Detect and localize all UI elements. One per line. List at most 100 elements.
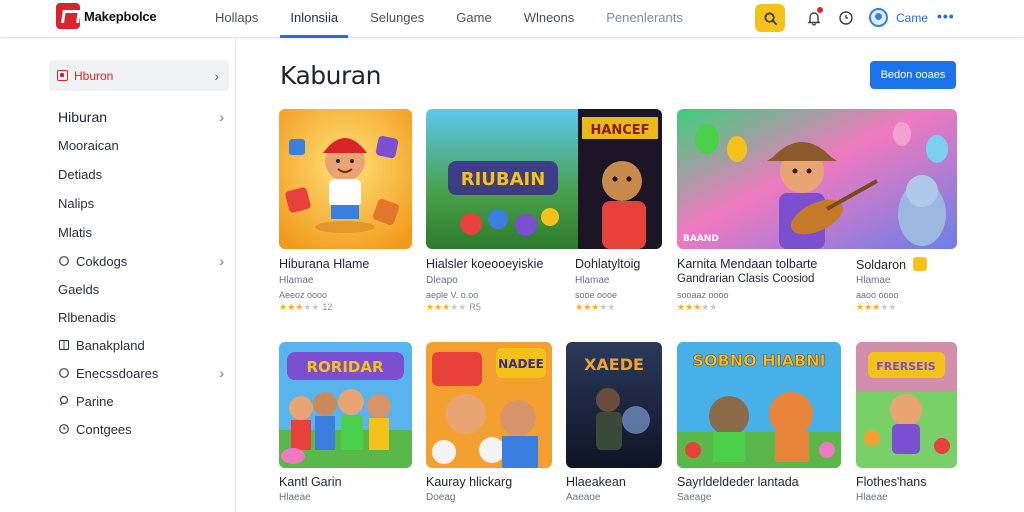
star-rating: ★★★★★ (677, 302, 717, 313)
chevron-right-icon: › (219, 365, 224, 381)
thumbnail-text: RORIDAR (306, 358, 383, 376)
card-meta: aaoo oooo (856, 290, 899, 300)
sidebar-item-label: Mlatis (58, 224, 92, 240)
nav-tab-3[interactable]: Selunges (360, 0, 434, 38)
game-card[interactable]: RORIDAR Kantl Garin Hlaeae (279, 342, 412, 512)
chevron-right-icon: › (219, 109, 224, 125)
help-button[interactable] (836, 8, 856, 28)
search-icon (764, 12, 777, 25)
game-card[interactable]: FRERSEIS Flothes'hans Hlaeae (856, 342, 957, 512)
top-nav: Hollaps Inlonsiia Selunges Game Wlneons … (205, 0, 705, 38)
card-title[interactable]: Dohlatyltoig (575, 257, 640, 271)
card-title[interactable]: Kantl Garin (279, 475, 342, 489)
chevron-right-icon: › (219, 253, 224, 269)
sidebar-item-9[interactable]: Banakpland (58, 334, 228, 356)
sidebar-item-11[interactable]: Parine (58, 390, 228, 412)
sidebar-item-8[interactable]: Rlbenadis (58, 306, 228, 328)
sidebar-item-4[interactable]: Nalips (58, 192, 228, 214)
star-icon: ★★★ (856, 302, 881, 312)
clock-icon (839, 11, 853, 25)
notification-dot (817, 7, 823, 13)
game-card[interactable]: SOBNO HIABNI Sayrldeldeder lantada Saeag… (677, 342, 841, 512)
card-subtitle: Hlamae (575, 275, 610, 286)
star-rating: ★★★★★ (856, 302, 896, 313)
sidebar-item-2[interactable]: Mooraican (58, 134, 228, 156)
game-card[interactable]: BAAND Karnita Mendaan tolbarte Gandraria… (677, 109, 957, 319)
star-icon: ★★★ (426, 302, 451, 312)
card-title[interactable]: Hlaeakean (566, 475, 626, 489)
card-subtitle: Saeage (677, 492, 712, 503)
sidebar-item-label: Mooraican (58, 137, 119, 153)
circle-icon (58, 255, 70, 267)
sidebar-item-label: Cokdogs (76, 253, 128, 269)
star-rating: ★★★★★ R5 (426, 302, 481, 313)
game-card[interactable]: NADEE Kauray hlickarg Doeag (426, 342, 552, 512)
card-meta: Aeeoz oooo (279, 290, 328, 300)
game-thumbnail[interactable]: NADEE (426, 342, 552, 468)
nav-tab-1[interactable]: Hollaps (205, 0, 268, 38)
card-title[interactable]: Kauray hlickarg (426, 475, 512, 489)
game-card[interactable]: XAEDE Hlaeakean Aaeaoe (566, 342, 662, 512)
thumbnail-text: HANCEF (590, 123, 649, 138)
card-title[interactable]: Hialsler koeooeyiskie (426, 257, 543, 271)
sidebar: Hburon › Hiburan › Mooraican Detiads Nal… (0, 39, 236, 512)
game-thumbnail[interactable]: XAEDE (566, 342, 662, 468)
primary-action-button[interactable]: Bedon ooaes (870, 61, 956, 89)
game-thumbnail[interactable]: SOBNO HIABNI (677, 342, 841, 468)
sidebar-item-active[interactable]: Hburon › (49, 60, 229, 91)
rating-count: 12 (322, 302, 333, 312)
thumbnail-text: BAAND (683, 234, 719, 244)
circle-icon (58, 367, 70, 379)
avatar[interactable] (869, 8, 888, 27)
game-thumbnail[interactable]: RORIDAR (279, 342, 412, 468)
pin-icon (58, 395, 70, 407)
sidebar-item-label: Rlbenadis (58, 309, 116, 325)
card-subtitle: Hlamae (856, 275, 891, 286)
star-icon: ★★★ (575, 302, 600, 312)
card-title-text: Soldaron (856, 258, 907, 272)
sidebar-item-hiburan[interactable]: Hiburan › (58, 106, 228, 128)
sidebar-item-label: Banakpland (76, 337, 145, 353)
thumbnail-text: FRERSEIS (876, 360, 935, 373)
nav-tab-6[interactable]: Penenlerants (596, 0, 693, 38)
card-subtitle: Doeag (426, 492, 456, 503)
sidebar-item-label: Contgees (76, 421, 132, 437)
sidebar-item-6[interactable]: Cokdogs › (58, 250, 228, 272)
game-thumbnail[interactable] (279, 109, 412, 249)
thumbnail-text: NADEE (498, 357, 544, 371)
star-icon: ★★★ (677, 302, 702, 312)
notifications-button[interactable] (804, 7, 824, 28)
game-card[interactable]: RIUBAIN HANCEF Hialsler koeooeyiskie Dle… (426, 109, 662, 319)
card-title[interactable]: Soldaron (856, 257, 927, 272)
sidebar-item-5[interactable]: Mlatis (58, 221, 228, 243)
sidebar-item-3[interactable]: Detiads (58, 163, 228, 185)
nav-tab-2-active[interactable]: Inlonsiia (280, 0, 349, 38)
rating-count: R5 (469, 302, 481, 312)
nav-tab-4[interactable]: Game (446, 0, 501, 38)
user-name[interactable]: Came (896, 11, 928, 25)
card-meta: sooe oooe (575, 290, 618, 300)
card-title[interactable]: Flothes'hans (856, 475, 926, 489)
card-title[interactable]: Karnita Mendaan tolbarte (677, 257, 817, 271)
card-subtitle: Hlamae (279, 275, 314, 286)
star-icon: ★★ (450, 302, 467, 312)
app-logo[interactable]: Makepbolce (56, 3, 157, 29)
game-card[interactable]: Hiburana Hlame Hlamae Aeeoz oooo ★★★★★ 12 (279, 109, 412, 319)
badge-icon (912, 257, 927, 271)
star-icon: ★★ (303, 302, 320, 312)
game-thumbnail[interactable]: FRERSEIS (856, 342, 957, 468)
nav-tab-5[interactable]: Wlneons (514, 0, 585, 38)
sidebar-item-7[interactable]: Gaelds (58, 278, 228, 300)
search-button[interactable] (755, 4, 785, 32)
game-thumbnail[interactable]: BAAND (677, 109, 957, 249)
sidebar-item-12[interactable]: Contgees (58, 418, 228, 440)
logo-icon (56, 3, 80, 29)
sidebar-item-10[interactable]: Enecssdoares › (58, 362, 228, 384)
game-thumbnail[interactable]: RIUBAIN HANCEF (426, 109, 662, 249)
card-subtitle: Gandrarian Clasis Coosiod (677, 273, 815, 285)
more-menu-icon[interactable]: ••• (937, 8, 955, 24)
category-icon (57, 70, 68, 81)
card-title[interactable]: Sayrldeldeder lantada (677, 475, 799, 489)
star-icon: ★★ (701, 302, 718, 312)
card-title[interactable]: Hiburana Hlame (279, 257, 369, 271)
